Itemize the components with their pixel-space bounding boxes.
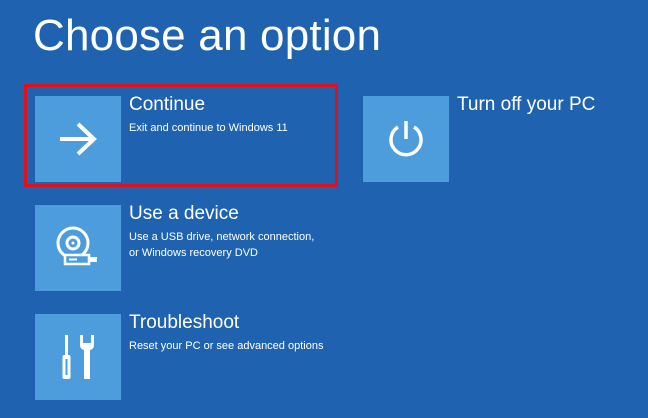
use-device-description: Use a USB drive, network connection, or … — [129, 229, 339, 261]
page-title: Choose an option — [33, 11, 382, 60]
power-icon — [389, 121, 423, 157]
choose-option-screen: Choose an option Continue Exit and conti… — [0, 0, 648, 418]
tools-icon — [62, 335, 94, 379]
continue-tile[interactable] — [35, 96, 121, 182]
use-device-label: Use a device — [129, 203, 239, 224]
use-device-description-line: Use a USB drive, network connection, — [129, 231, 315, 243]
disc-drive-icon — [56, 226, 97, 266]
continue-label: Continue — [129, 94, 206, 115]
troubleshoot-description: Reset your PC or see advanced options — [129, 340, 324, 352]
troubleshoot-option[interactable]: Troubleshoot Reset your PC or see advanc… — [35, 312, 335, 400]
arrow-right-icon — [60, 122, 97, 156]
continue-description: Exit and continue to Windows 11 — [129, 122, 288, 134]
use-device-option[interactable]: Use a device Use a USB drive, network co… — [35, 203, 335, 291]
turn-off-tile[interactable] — [363, 96, 449, 182]
turn-off-option[interactable]: Turn off your PC — [363, 94, 633, 182]
turn-off-label: Turn off your PC — [457, 94, 596, 115]
troubleshoot-tile[interactable] — [35, 314, 121, 400]
troubleshoot-label: Troubleshoot — [129, 312, 240, 333]
use-device-tile[interactable] — [35, 205, 121, 291]
continue-option[interactable]: Continue Exit and continue to Windows 11 — [35, 94, 335, 182]
use-device-description-line: or Windows recovery DVD — [129, 247, 258, 259]
